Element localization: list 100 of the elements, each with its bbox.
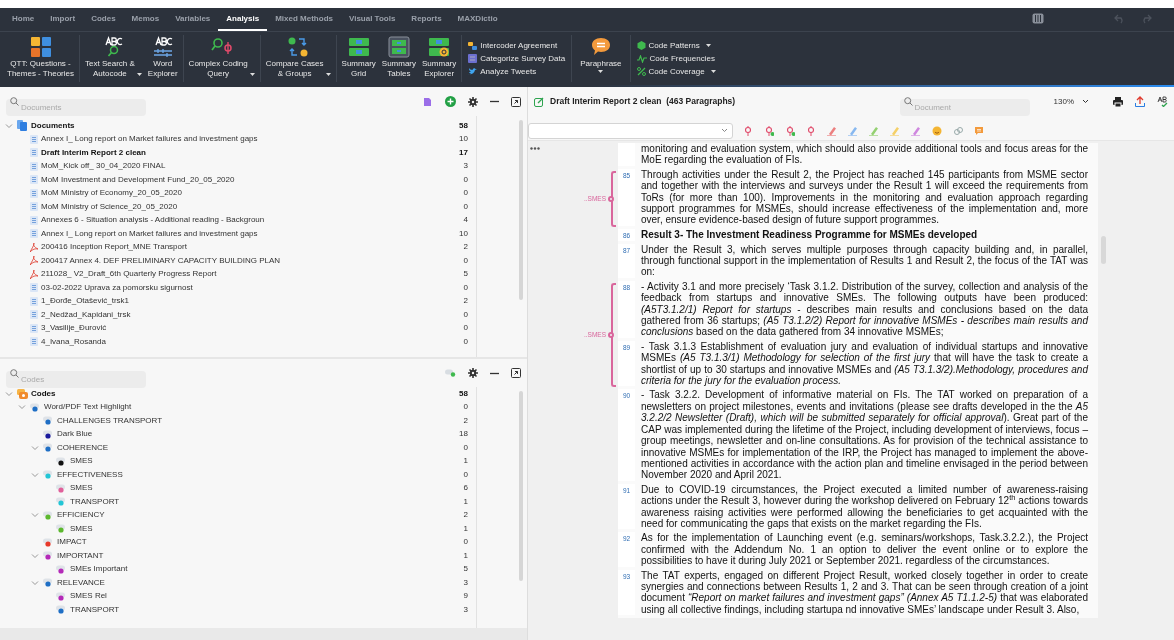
emoji-icon[interactable] — [932, 125, 942, 136]
ribbon-button[interactable]: Paraphrase — [574, 32, 628, 85]
tree-item[interactable]: Codes — [31, 387, 56, 400]
pin-icon[interactable] — [743, 125, 753, 136]
tree-item[interactable]: MoM Ministry of Science_20_05_2020 — [41, 200, 178, 213]
tree-item[interactable]: Annex I_ Long report on Market failures and investment gaps — [41, 227, 258, 240]
expand-icon[interactable] — [511, 96, 521, 107]
tree-item[interactable]: Word/PDF Text Highlight — [44, 401, 132, 414]
undo-icon[interactable] — [1114, 14, 1126, 24]
ribbon-button[interactable]: Summary Grid — [338, 32, 379, 85]
tree-item[interactable]: 3_Vasilije_Đurović — [41, 322, 107, 335]
tree-item[interactable]: 2_Nedžad_Kapidani_trsk — [41, 308, 131, 321]
tree-item[interactable]: 211028_ V2_Draft_6th Quarterly Progress Report — [41, 268, 217, 281]
chevron-down-icon[interactable] — [31, 511, 39, 520]
highlighter-icon[interactable] — [911, 125, 921, 136]
highlighter-icon[interactable] — [848, 125, 858, 136]
spellcheck-icon[interactable] — [1157, 96, 1168, 107]
pins-icon[interactable] — [806, 125, 816, 136]
menu-tab[interactable]: Codes — [83, 8, 124, 31]
tree-item[interactable]: CHALLENGES TRANSPORT — [57, 414, 163, 427]
chevron-down-icon[interactable] — [18, 403, 26, 412]
chevron-down-icon[interactable] — [31, 578, 39, 587]
tree-item[interactable]: TRANSPORT — [70, 495, 120, 508]
ribbon-button[interactable]: Summary Explorer — [419, 32, 460, 85]
export-icon[interactable] — [1135, 96, 1145, 107]
tree-item[interactable]: 200416 Inception Report_MNE Transport — [41, 241, 187, 254]
chevron-down-icon[interactable] — [31, 551, 39, 560]
menu-tab[interactable]: Visual Tools — [340, 8, 404, 31]
tree-item[interactable]: COHERENCE — [57, 441, 109, 454]
highlighter-icon[interactable] — [827, 125, 837, 136]
pin-add-icon[interactable] — [785, 125, 795, 136]
ribbon-button[interactable]: Complex Coding Query — [185, 32, 258, 85]
tree-item[interactable]: SMEs Important — [70, 563, 128, 576]
chevron-down-icon[interactable] — [5, 389, 13, 398]
chevron-down-icon[interactable] — [31, 470, 39, 479]
settings-icon[interactable] — [468, 368, 478, 378]
tree-item[interactable]: 03-02-2022 Uprava za pomorsku sigurnost — [41, 281, 193, 294]
link-icon[interactable] — [953, 125, 963, 136]
zoom-dropdown[interactable]: 130% — [1053, 95, 1089, 108]
menu-tab[interactable]: Reports — [403, 8, 450, 31]
tree-item[interactable]: IMPORTANT — [57, 549, 104, 562]
redo-icon[interactable] — [1140, 14, 1152, 24]
highlighter-icon[interactable] — [869, 125, 879, 136]
comment-icon[interactable] — [974, 125, 984, 136]
tree-item[interactable]: SMES — [70, 455, 93, 468]
ribbon-button[interactable]: Word Explorer — [144, 32, 181, 85]
ribbon-menu-item[interactable]: Analyze Tweets — [468, 66, 566, 77]
chevron-down-icon[interactable] — [5, 121, 13, 130]
menu-tab[interactable]: Memos — [123, 8, 168, 31]
code-dropdown[interactable] — [528, 122, 733, 139]
ribbon-menu-item[interactable]: Categorize Survey Data — [468, 53, 566, 64]
scrollbar-thumb[interactable] — [519, 391, 523, 581]
tree-item[interactable]: MoM Ministry of Economy_20_05_2020 — [41, 187, 182, 200]
menu-tab[interactable]: Variables — [167, 8, 219, 31]
edit-icon[interactable] — [534, 96, 544, 107]
tree-item[interactable]: SMES Rel — [70, 590, 107, 603]
menu-tab[interactable]: MAXDictio — [449, 8, 506, 31]
menu-tab[interactable]: Mixed Methods — [267, 8, 341, 31]
tree-item[interactable]: RELEVANCE — [57, 576, 105, 589]
code-bracket[interactable] — [611, 282, 616, 388]
tree-item[interactable]: SMES — [70, 522, 93, 535]
tree-item[interactable]: TRANSPORT — [70, 603, 120, 616]
ribbon-button[interactable]: QTT: Questions - Themes - Theories — [4, 32, 77, 85]
ribbon-menu-item[interactable]: Code Frequencies — [636, 53, 716, 64]
grid-icon[interactable] — [1032, 13, 1044, 24]
tree-item[interactable]: Documents — [31, 119, 75, 132]
highlighter-icon[interactable] — [890, 125, 900, 136]
tree-item[interactable]: EFFICIENCY — [57, 509, 105, 522]
tree-item[interactable]: IMPACT — [57, 536, 87, 549]
add-icon[interactable] — [445, 96, 456, 107]
code-bracket[interactable] — [611, 170, 616, 227]
ribbon-button[interactable]: Summary Tables — [378, 32, 420, 85]
scrollbar-thumb[interactable] — [519, 120, 523, 300]
tree-item[interactable]: 4_Ivana_Rosanda — [41, 335, 106, 348]
ribbon-button[interactable]: Text Search & Autocode — [82, 32, 145, 85]
print-icon[interactable] — [1113, 96, 1123, 107]
menu-tab[interactable]: Home — [4, 8, 43, 31]
tree-item[interactable]: Draft Interim Report 2 clean — [41, 146, 146, 159]
tree-item[interactable]: MoM Investment and Development Fund_20_05_2020 — [41, 173, 235, 186]
tree-item[interactable]: EFFECTIVENESS — [57, 468, 123, 481]
search-field[interactable]: Document — [899, 99, 1030, 116]
ribbon-menu-item[interactable]: Intercoder Agreement — [468, 40, 566, 51]
tree-item[interactable]: SMES — [70, 482, 93, 495]
code-icon[interactable] — [445, 369, 456, 377]
more-icon[interactable] — [530, 147, 540, 150]
tree-item[interactable]: Dark Blue — [57, 428, 93, 441]
chevron-down-icon[interactable] — [31, 443, 39, 452]
ribbon-menu-item[interactable]: Code Coverage — [636, 66, 716, 77]
tree-item[interactable]: 200417 Annex 4. DEF PRELIMINARY CAPACITY BUILDING PLAN — [41, 254, 281, 267]
tree-item[interactable]: Annexes 6 - Situation analysis - Additional reading - Backgroun — [41, 214, 265, 227]
ribbon-menu-item[interactable]: Code Patterns — [636, 40, 716, 51]
tree-item[interactable]: Annex I_ Long report on Market failures and investment gaps — [41, 133, 258, 146]
tree-item[interactable]: MoM_Kick off_ 30_04_2020 FINAL — [41, 160, 166, 173]
scrollbar-thumb[interactable] — [1101, 236, 1106, 264]
tree-item[interactable]: 1_Đorđe_Otašević_trsk1 — [41, 295, 130, 308]
settings-icon[interactable] — [468, 96, 478, 107]
ribbon-button[interactable]: Compare Cases & Groups — [262, 32, 334, 85]
pin-add-icon[interactable] — [764, 125, 774, 136]
menu-tab[interactable]: Import — [42, 8, 84, 31]
expand-icon[interactable] — [511, 368, 521, 378]
